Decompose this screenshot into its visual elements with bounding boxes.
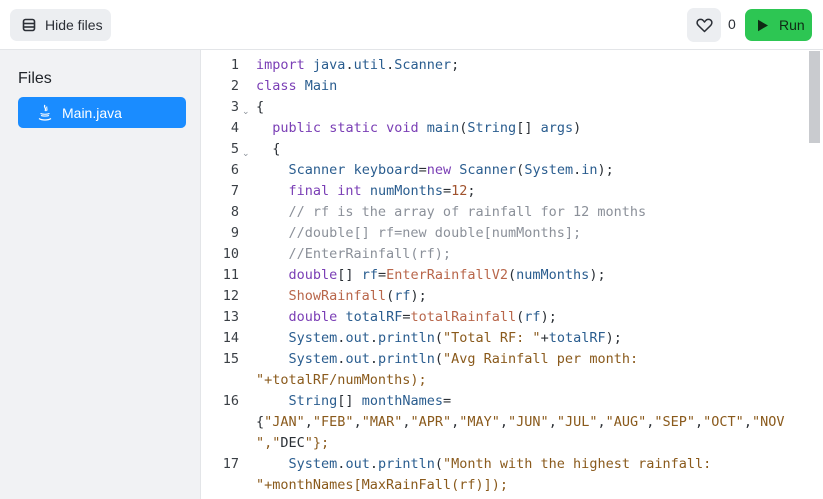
code-line: Scanner keyboard=new Scanner(System.in); bbox=[288, 162, 614, 178]
play-icon bbox=[758, 19, 768, 31]
files-panel-icon bbox=[22, 18, 36, 32]
code-line: import java.util.Scanner; bbox=[256, 57, 460, 73]
file-item-main-java[interactable]: Main.java bbox=[18, 97, 186, 128]
line-number: 5 bbox=[230, 141, 239, 157]
code-line: System.out.println("Avg Rainfall per mon… bbox=[288, 351, 639, 367]
code-line: { bbox=[256, 141, 281, 157]
line-number: 16 bbox=[222, 393, 239, 409]
files-heading: Files bbox=[18, 70, 52, 87]
code-comment: //double[] rf=new double[numMonths]; bbox=[256, 225, 582, 241]
code-line: ShowRainfall(rf); bbox=[288, 288, 427, 304]
code-line: "+monthNames[MaxRainFall(rf)]); bbox=[256, 477, 508, 493]
code-line: {"JAN","FEB","MAR","APR","MAY","JUN","JU… bbox=[256, 414, 785, 430]
line-number: 7 bbox=[230, 183, 239, 199]
code-line: ","DEC"}; bbox=[256, 435, 330, 451]
code-line: "+totalRF/numMonths); bbox=[256, 372, 427, 388]
code-line: public static void main(String[] args) bbox=[272, 120, 582, 136]
line-number: 12 bbox=[222, 288, 239, 304]
java-icon bbox=[38, 104, 52, 121]
file-name: Main.java bbox=[62, 104, 122, 121]
like-count: 0 bbox=[728, 16, 736, 32]
line-number: 8 bbox=[230, 204, 239, 220]
line-number-gutter: 1 2 3 ⌄ 4 5 ⌄ 6 7 8 9 10 11 12 13 14 15 … bbox=[202, 51, 254, 499]
fold-chevron-icon[interactable]: ⌄ bbox=[242, 143, 250, 164]
line-number: 17 bbox=[222, 456, 239, 472]
file-sidebar: Files Main.java bbox=[0, 50, 201, 499]
line-number: 3 bbox=[230, 99, 239, 115]
editor-scrollbar[interactable] bbox=[809, 51, 820, 143]
code-line: System.out.println("Month with the highe… bbox=[288, 456, 712, 472]
fold-chevron-icon[interactable]: ⌄ bbox=[242, 101, 250, 122]
line-number: 10 bbox=[222, 246, 239, 262]
code-line: String[] monthNames= bbox=[288, 393, 452, 409]
line-number: 15 bbox=[222, 351, 239, 367]
heart-icon bbox=[695, 18, 713, 32]
line-number: 1 bbox=[230, 57, 239, 73]
code-comment: //EnterRainfall(rf); bbox=[256, 246, 452, 262]
code-editor[interactable]: 1 2 3 ⌄ 4 5 ⌄ 6 7 8 9 10 11 12 13 14 15 … bbox=[202, 51, 823, 499]
code-line: class Main bbox=[256, 78, 338, 94]
line-number: 13 bbox=[222, 309, 239, 325]
line-number: 9 bbox=[230, 225, 239, 241]
code-line: double totalRF=totalRainfall(rf); bbox=[288, 309, 557, 325]
run-label: Run bbox=[779, 17, 805, 33]
code-comment: // rf is the array of rainfall for 12 mo… bbox=[256, 204, 647, 220]
code-line: final int numMonths=12; bbox=[288, 183, 476, 199]
code-line: System.out.println("Total RF: "+totalRF)… bbox=[288, 330, 622, 346]
line-number: 4 bbox=[230, 120, 239, 136]
line-number: 14 bbox=[222, 330, 239, 346]
code-line: { bbox=[256, 99, 265, 115]
toolbar: Hide files 0 Run bbox=[0, 0, 823, 50]
hide-files-button[interactable]: Hide files bbox=[10, 9, 111, 41]
hide-files-label: Hide files bbox=[45, 17, 103, 33]
line-number: 6 bbox=[230, 162, 239, 178]
line-number: 11 bbox=[222, 267, 239, 283]
line-number: 2 bbox=[230, 78, 239, 94]
run-button[interactable]: Run bbox=[745, 9, 812, 41]
code-line: double[] rf=EnterRainfallV2(numMonths); bbox=[288, 267, 606, 283]
like-button[interactable] bbox=[687, 8, 721, 42]
